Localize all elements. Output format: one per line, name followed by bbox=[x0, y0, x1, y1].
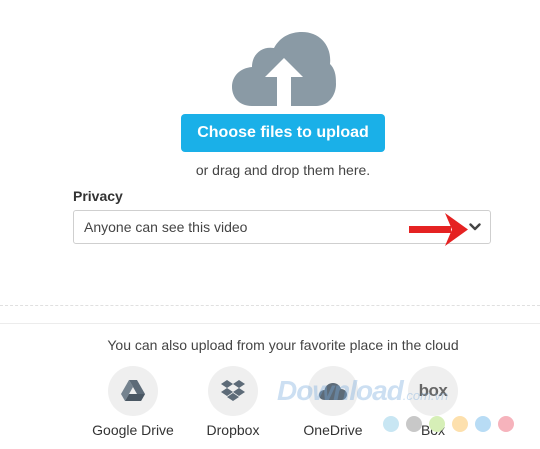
drag-drop-hint: or drag and drop them here. bbox=[195, 162, 371, 178]
privacy-selected-value: Anyone can see this video bbox=[84, 219, 248, 235]
section-divider-dashed bbox=[0, 305, 540, 306]
privacy-label: Privacy bbox=[73, 188, 123, 204]
box-button[interactable]: box Box bbox=[383, 366, 483, 438]
chevron-down-icon[interactable] bbox=[469, 222, 481, 232]
onedrive-button[interactable]: OneDrive bbox=[283, 366, 383, 438]
box-icon: box bbox=[418, 381, 448, 400]
section-divider bbox=[0, 323, 540, 324]
upload-page: Choose files to upload or drag and drop … bbox=[0, 0, 540, 449]
provider-label: Google Drive bbox=[92, 422, 174, 438]
watermark-dot bbox=[498, 416, 514, 432]
dropbox-icon bbox=[221, 380, 245, 401]
onedrive-icon bbox=[319, 383, 347, 400]
google-drive-icon bbox=[121, 380, 145, 401]
provider-label: Box bbox=[420, 422, 446, 438]
provider-label: Dropbox bbox=[206, 422, 260, 438]
google-drive-button[interactable]: Google Drive bbox=[83, 366, 183, 438]
provider-label: OneDrive bbox=[303, 422, 363, 438]
cloud-upload-icon[interactable] bbox=[232, 32, 336, 106]
annotation-arrow-icon bbox=[409, 213, 468, 246]
dropbox-button[interactable]: Dropbox bbox=[183, 366, 283, 438]
cloud-upload-intro: You can also upload from your favorite p… bbox=[107, 337, 459, 353]
choose-files-button[interactable]: Choose files to upload bbox=[181, 114, 385, 152]
